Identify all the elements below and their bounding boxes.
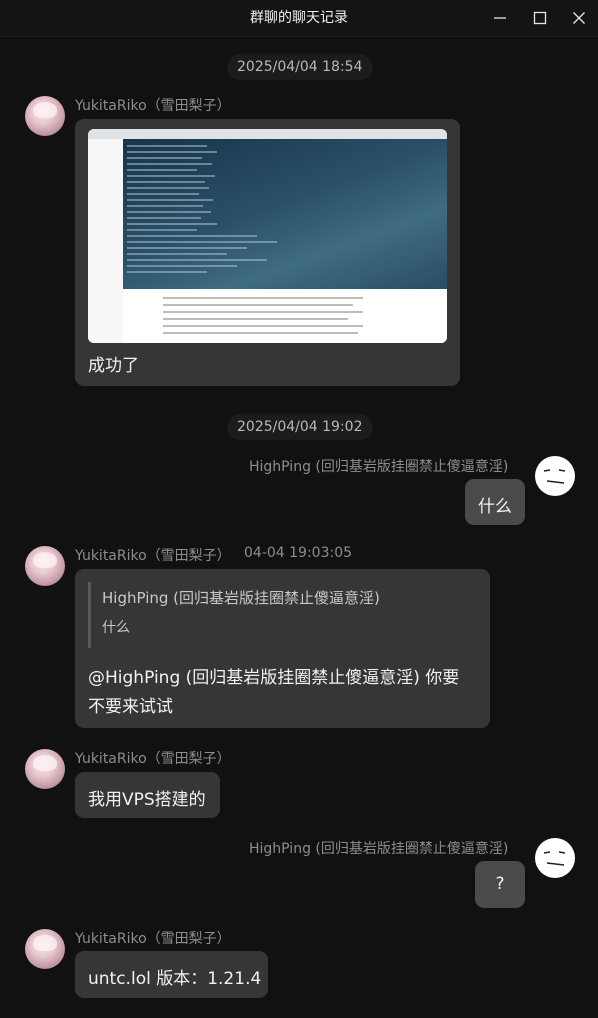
image-file-row xyxy=(163,318,348,320)
message-bubble[interactable]: 我用VPS搭建的 xyxy=(75,772,220,818)
message-bubble[interactable]: 成功了 xyxy=(75,119,460,386)
image-line xyxy=(127,211,211,213)
image-line xyxy=(127,271,207,273)
image-line xyxy=(127,181,205,183)
maximize-icon xyxy=(533,11,547,25)
image-line xyxy=(127,217,201,219)
image-tab-strip xyxy=(88,129,447,139)
sender-name: YukitaRiko（雪田梨子） xyxy=(75,98,231,114)
image-line xyxy=(127,229,197,231)
image-file-row xyxy=(163,304,353,306)
avatar[interactable] xyxy=(25,929,65,969)
sender-name: YukitaRiko（雪田梨子） xyxy=(75,931,231,947)
sender-name: YukitaRiko（雪田梨子） xyxy=(75,548,231,564)
message-bubble[interactable]: HighPing (回归基岩版挂圈禁止傻逼意淫) 什么 @HighPing (回… xyxy=(75,569,490,728)
image-line xyxy=(127,247,247,249)
minimize-button[interactable] xyxy=(480,0,520,36)
image-line xyxy=(127,223,217,225)
avatar[interactable] xyxy=(25,749,65,789)
image-line xyxy=(127,175,215,177)
image-line xyxy=(127,253,227,255)
message-bubble[interactable]: untc.lol 版本：1.21.4 xyxy=(75,951,268,998)
face-icon xyxy=(536,839,574,877)
message-text-line: @HighPing (回归基岩版挂圈禁止傻逼意淫) 你要 xyxy=(88,668,460,688)
title-bar: 群聊的聊天记录 xyxy=(0,0,598,37)
message-bubble[interactable]: ? xyxy=(475,861,525,908)
avatar[interactable] xyxy=(25,546,65,586)
message-text: untc.lol 版本：1.21.4 xyxy=(88,969,262,989)
image-file-row xyxy=(163,297,363,299)
image-line xyxy=(127,199,213,201)
image-line xyxy=(127,259,267,261)
timestamp-divider: 2025/04/04 19:02 xyxy=(227,414,373,440)
image-line xyxy=(127,193,199,195)
image-line xyxy=(127,241,277,243)
image-line xyxy=(127,187,209,189)
image-file-row xyxy=(163,332,358,334)
message-text: 什么 xyxy=(478,497,512,517)
maximize-button[interactable] xyxy=(520,0,560,36)
image-line xyxy=(127,169,197,171)
image-sidebar xyxy=(88,139,124,343)
message-time: 04-04 19:03:05 xyxy=(244,545,353,561)
avatar[interactable] xyxy=(25,96,65,136)
timestamp-divider: 2025/04/04 18:54 xyxy=(227,54,373,80)
image-line xyxy=(127,265,237,267)
quoted-message[interactable]: HighPing (回归基岩版挂圈禁止傻逼意淫) 什么 xyxy=(88,582,391,648)
quoted-text: 什么 xyxy=(102,620,130,636)
close-button[interactable] xyxy=(559,0,598,36)
image-line xyxy=(127,163,212,165)
quoted-sender: HighPing (回归基岩版挂圈禁止傻逼意淫) xyxy=(102,589,380,607)
close-icon xyxy=(573,12,585,24)
screenshot-image[interactable] xyxy=(88,129,447,343)
image-line xyxy=(127,157,202,159)
message-text: ? xyxy=(495,874,505,894)
minimize-icon xyxy=(494,17,506,19)
image-terminal xyxy=(123,139,447,289)
image-line xyxy=(127,205,203,207)
image-line xyxy=(127,151,217,153)
message-text: 成功了 xyxy=(88,356,139,376)
image-file-row xyxy=(163,325,363,327)
image-file-row xyxy=(163,311,363,313)
sender-name: HighPing (回归基岩版挂圈禁止傻逼意淫) xyxy=(249,841,509,857)
avatar[interactable] xyxy=(535,838,575,878)
image-line xyxy=(127,145,207,147)
face-icon xyxy=(536,457,574,495)
sender-name: HighPing (回归基岩版挂圈禁止傻逼意淫) xyxy=(249,459,509,475)
message-text: 我用VPS搭建的 xyxy=(88,790,206,810)
image-line xyxy=(127,235,257,237)
avatar[interactable] xyxy=(535,456,575,496)
message-bubble[interactable]: 什么 xyxy=(465,479,525,525)
image-file-panel xyxy=(123,289,447,343)
sender-name: YukitaRiko（雪田梨子） xyxy=(75,751,231,767)
message-text-line: 不要来试试 xyxy=(88,697,173,717)
